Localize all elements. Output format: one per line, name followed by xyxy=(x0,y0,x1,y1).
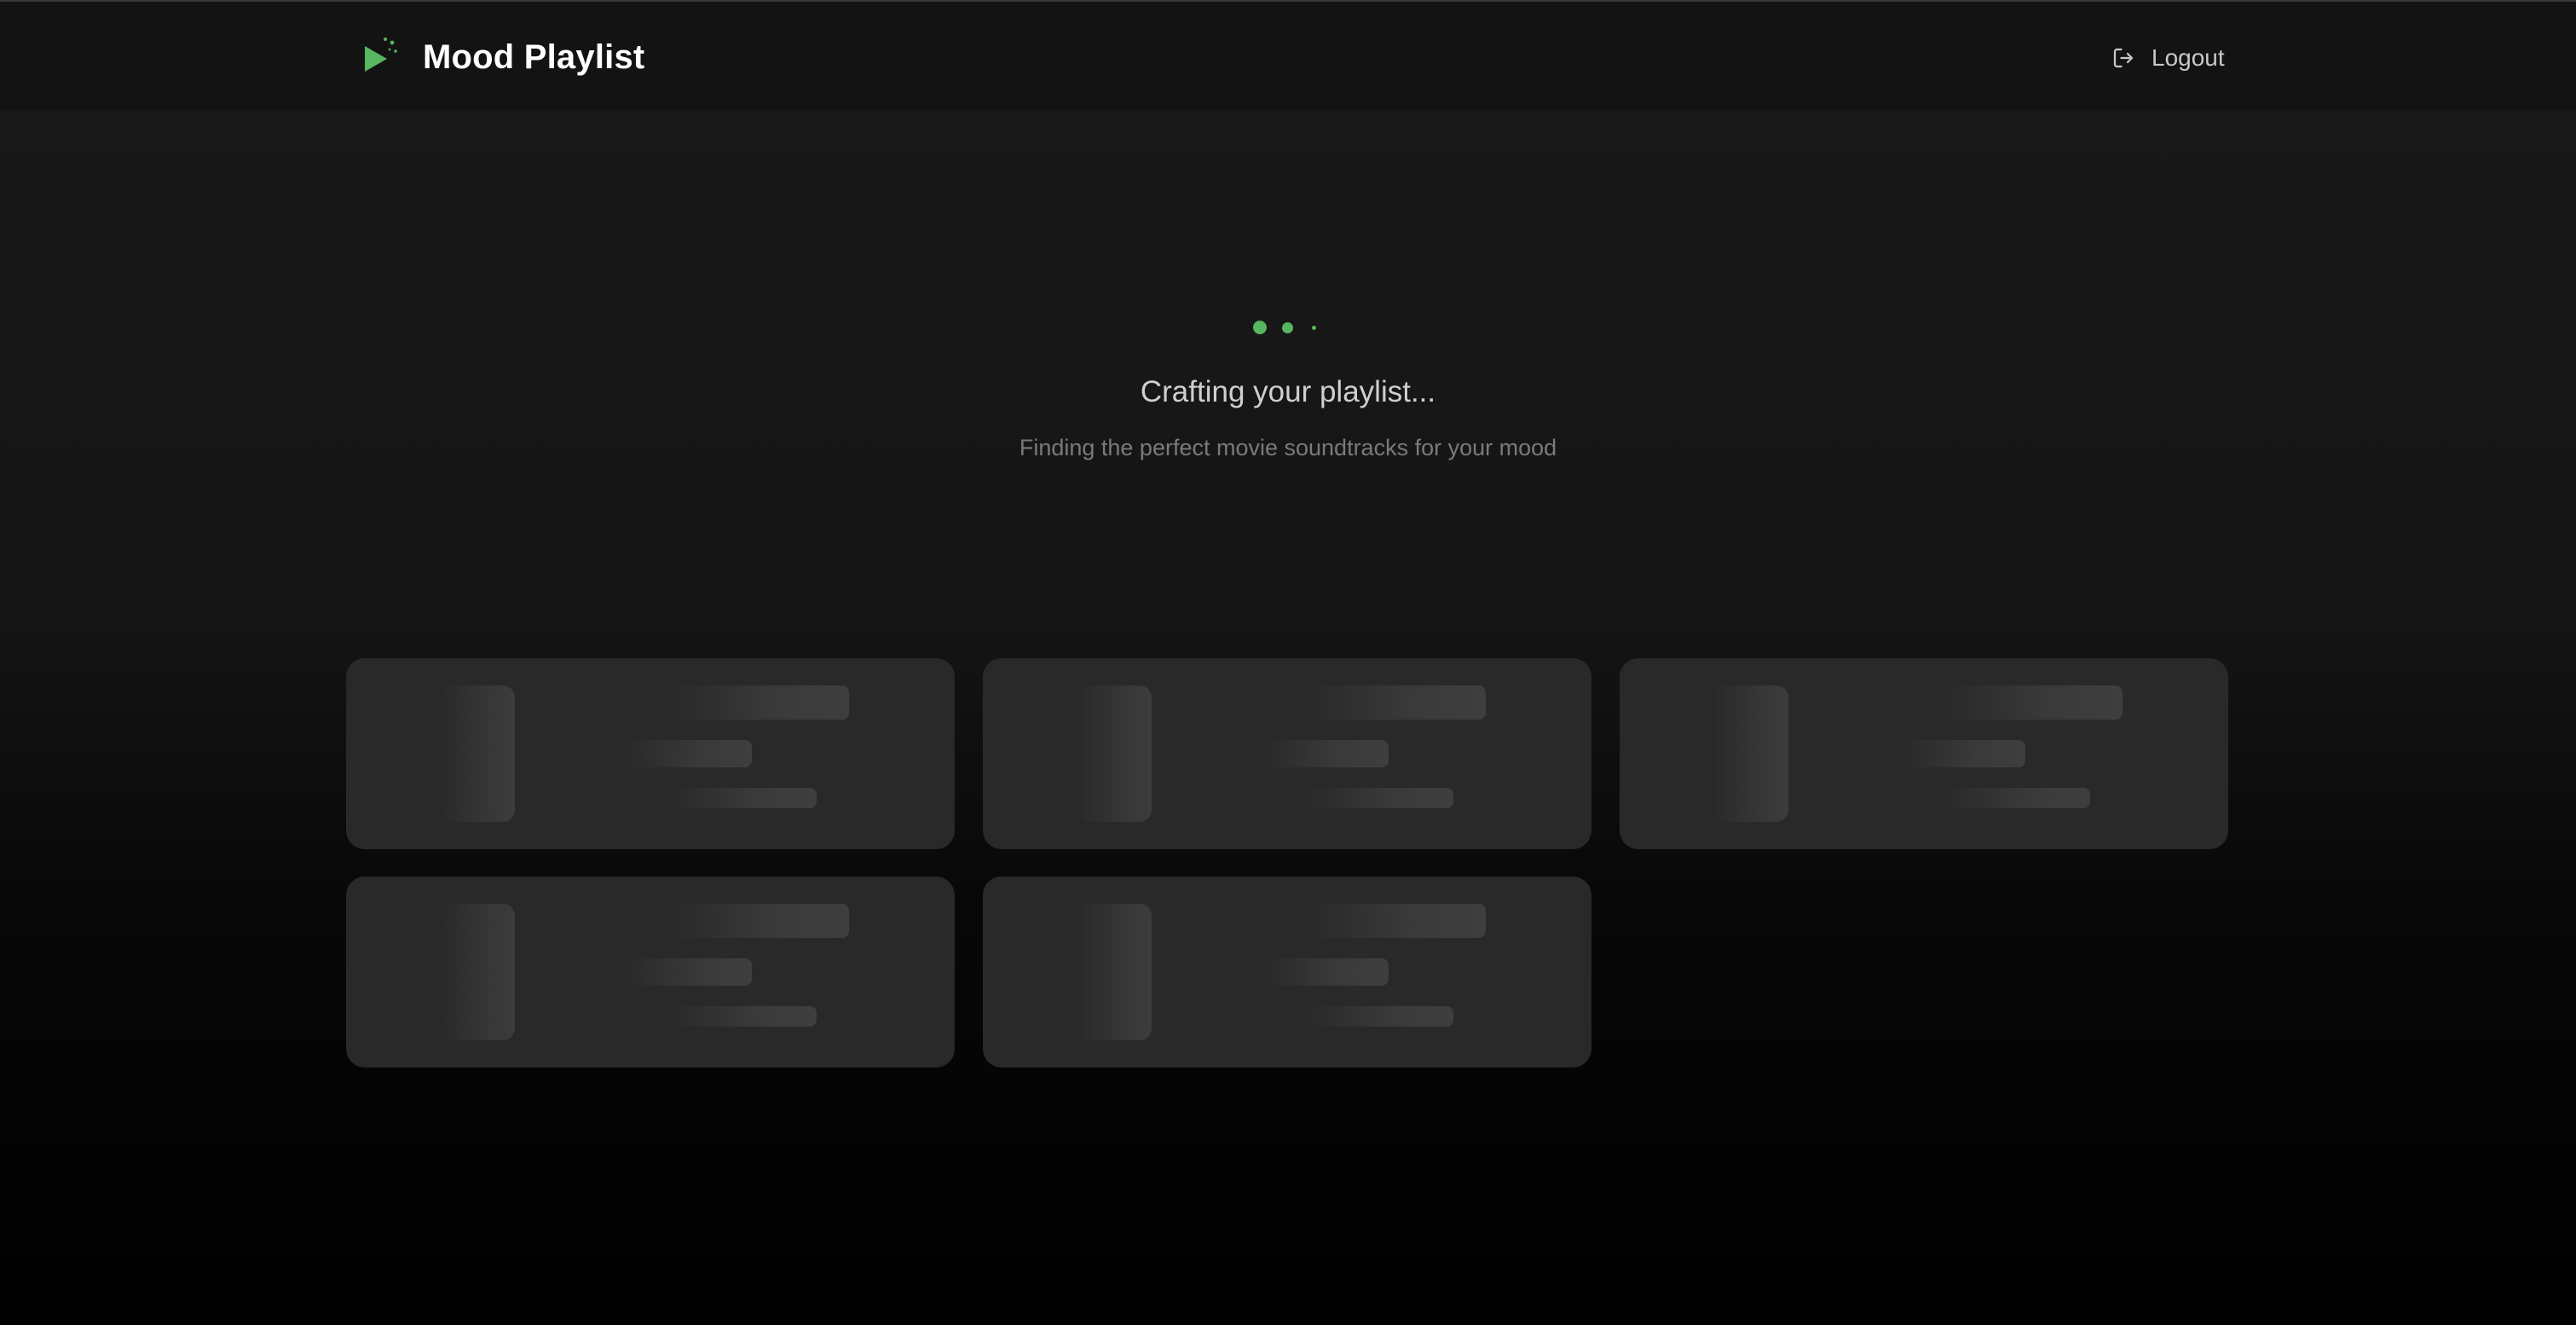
skeleton-card xyxy=(346,877,955,1068)
skeleton-line xyxy=(1307,1006,1453,1027)
skeleton-line xyxy=(670,1006,817,1027)
app-title: Mood Playlist xyxy=(423,38,645,76)
skeleton-line xyxy=(1307,904,1486,938)
app-header: Mood Playlist Logout xyxy=(0,2,2576,111)
logout-button[interactable]: Logout xyxy=(2111,39,2225,77)
skeleton-line xyxy=(670,904,849,938)
skeleton-line xyxy=(670,788,817,808)
skeleton-line xyxy=(1944,686,2123,720)
skeleton-card xyxy=(983,658,1591,849)
skeleton-card xyxy=(983,877,1591,1068)
logout-icon xyxy=(2111,45,2136,71)
brand[interactable]: Mood Playlist xyxy=(361,31,644,84)
logout-label: Logout xyxy=(2151,44,2225,71)
loading-dot xyxy=(1282,322,1293,333)
skeleton-line xyxy=(627,740,752,767)
skeleton-thumbnail xyxy=(1077,904,1152,1040)
skeleton-line xyxy=(1264,740,1389,767)
skeleton-line xyxy=(1307,788,1453,808)
skeleton-thumbnail xyxy=(440,904,515,1040)
loading-dot xyxy=(1312,326,1316,330)
skeleton-line xyxy=(627,958,752,986)
skeleton-line xyxy=(1307,686,1486,720)
loading-dot xyxy=(1253,321,1267,334)
skeleton-thumbnail xyxy=(1713,686,1788,822)
skeleton-line xyxy=(1944,788,2090,808)
loading-title: Crafting your playlist... xyxy=(1140,375,1436,408)
skeleton-thumbnail xyxy=(440,686,515,822)
skeleton-card xyxy=(1620,658,2228,849)
skeleton-line xyxy=(1264,958,1389,986)
skeleton-line xyxy=(670,686,849,720)
play-sparkle-icon xyxy=(361,31,402,84)
loading-subtitle: Finding the perfect movie soundtracks fo… xyxy=(1019,435,1557,460)
skeleton-thumbnail xyxy=(1077,686,1152,822)
skeleton-line xyxy=(1901,740,2025,767)
loading-dots xyxy=(1250,319,1335,336)
skeleton-card xyxy=(346,658,955,849)
